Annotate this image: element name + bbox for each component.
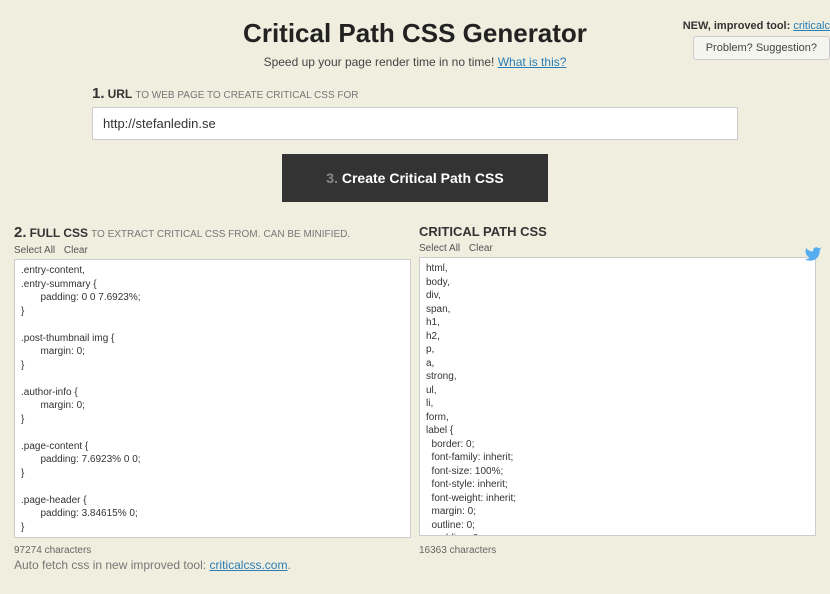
full-css-input[interactable]: .entry-content, .entry-summary { padding…	[14, 259, 411, 538]
auto-fetch-text: Auto fetch css in new improved tool:	[14, 558, 206, 572]
new-tool-link[interactable]: criticalc	[793, 20, 830, 32]
full-css-char-count: 97274 characters	[14, 545, 411, 556]
step1-num: 1.	[92, 85, 105, 102]
step2-num: 2.	[14, 224, 27, 241]
auto-fetch-dot: .	[287, 558, 290, 572]
step1-hint: TO WEB PAGE TO CREATE CRITICAL CSS FOR	[135, 90, 358, 101]
critical-css-clear[interactable]: Clear	[469, 243, 493, 254]
feedback-button[interactable]: Problem? Suggestion?	[693, 36, 830, 60]
full-css-actions: Select All Clear	[14, 245, 411, 256]
new-tool-label: NEW, improved tool: criticalc	[683, 20, 830, 32]
subtitle-text: Speed up your page render time in no tim…	[264, 55, 495, 69]
url-input[interactable]	[92, 107, 738, 140]
what-is-this-link[interactable]: What is this?	[498, 55, 567, 69]
critical-css-select-all[interactable]: Select All	[419, 243, 460, 254]
twitter-icon[interactable]	[804, 245, 822, 268]
step2-label: 2. FULL CSS TO EXTRACT CRITICAL CSS FROM…	[14, 224, 411, 241]
critical-label: CRITICAL PATH CSS	[419, 224, 816, 239]
critical-css-output[interactable]: html, body, div, span, h1, h2, p, a, str…	[419, 257, 816, 536]
create-critical-css-button[interactable]: 3. Create Critical Path CSS	[282, 154, 547, 202]
critical-title: CRITICAL PATH CSS	[419, 224, 547, 239]
step2-hint2: CAN BE MINIFIED.	[263, 229, 350, 240]
step1-label: 1. URL TO WEB PAGE TO CREATE CRITICAL CS…	[92, 85, 738, 102]
criticalcss-link[interactable]: criticalcss.com	[209, 558, 287, 572]
create-label: Create Critical Path CSS	[342, 170, 504, 186]
auto-fetch-note: Auto fetch css in new improved tool: cri…	[0, 556, 830, 572]
critical-css-actions: Select All Clear	[419, 243, 816, 254]
step2-hint: TO EXTRACT CRITICAL CSS FROM.	[91, 229, 260, 240]
critical-css-char-count: 16363 characters	[419, 545, 816, 556]
full-css-clear[interactable]: Clear	[64, 245, 88, 256]
new-tool-text: NEW, improved tool:	[683, 20, 791, 32]
step3-num: 3.	[326, 170, 338, 186]
critical-css-pre: html, body, div, span, h1, h2, p, a, str…	[426, 263, 568, 536]
step2-title: FULL CSS	[30, 226, 88, 240]
step1-title: URL	[108, 87, 133, 101]
full-css-select-all[interactable]: Select All	[14, 245, 55, 256]
